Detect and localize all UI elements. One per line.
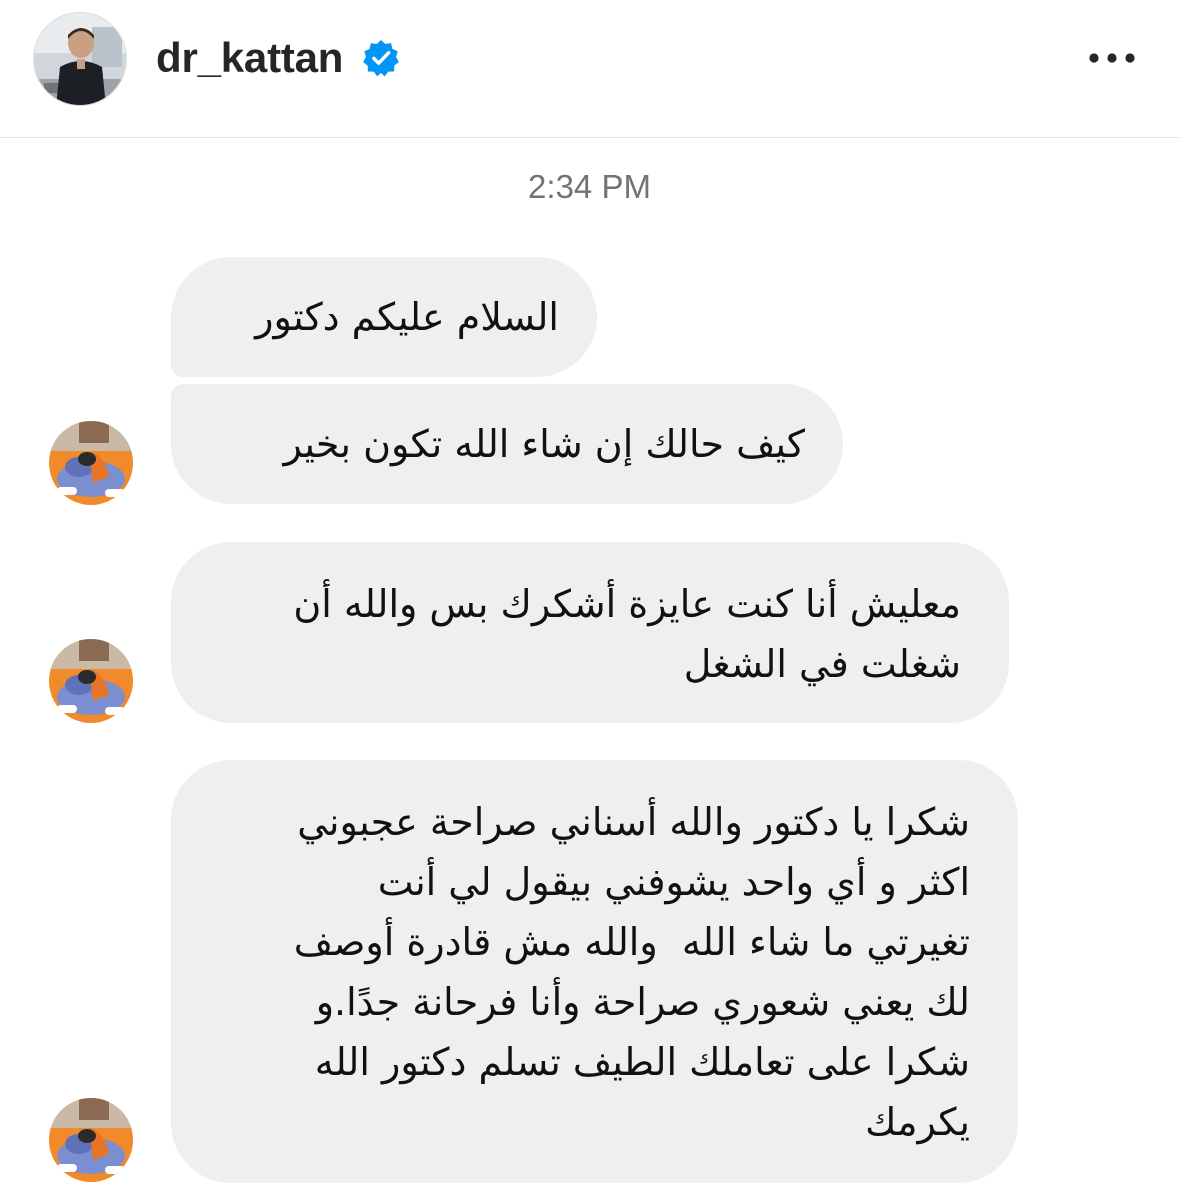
message-bubble[interactable]: السلام عليكم دكتور: [171, 257, 597, 377]
thread-header: dr_kattan: [0, 0, 1179, 138]
sender-photo-icon: [49, 639, 133, 723]
sender-photo-icon: [49, 421, 133, 505]
sender-avatar[interactable]: [49, 1098, 133, 1182]
profile-avatar[interactable]: [33, 12, 127, 106]
dm-thread-screen: dr_kattan 2:34 PM السلام عليكم دكتور كيف…: [0, 0, 1179, 1200]
profile-photo-icon: [34, 13, 126, 105]
message-bubble[interactable]: معليش أنا كنت عايزة أشكرك بس والله أن شغ…: [171, 542, 1009, 723]
thread-username[interactable]: dr_kattan: [156, 31, 343, 85]
message-bubble[interactable]: كيف حالك إن شاء الله تكون بخير: [171, 384, 843, 504]
verified-badge-icon: [363, 39, 399, 77]
sender-photo-icon: [49, 1098, 133, 1182]
sender-avatar[interactable]: [49, 421, 133, 505]
sender-avatar[interactable]: [49, 639, 133, 723]
message-bubble[interactable]: شكرا يا دكتور والله أسناني صراحة عجبوني …: [171, 760, 1018, 1183]
message-timestamp: 2:34 PM: [528, 168, 651, 205]
more-options-icon[interactable]: [1082, 38, 1142, 78]
